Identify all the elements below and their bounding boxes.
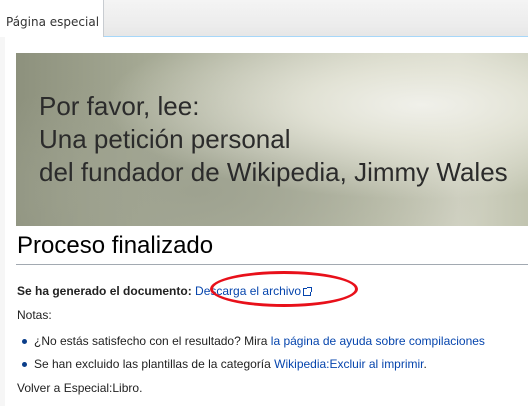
- page-title: Proceso finalizado: [17, 232, 214, 259]
- list-item: ¿No estás satisfecho con el resultado? M…: [34, 334, 485, 348]
- help-page-link[interactable]: la página de ayuda sobre compilaciones: [271, 334, 485, 348]
- bullet1-text: ¿No estás satisfecho con el resultado? M…: [34, 334, 271, 348]
- banner-line-2: Una petición personal: [39, 124, 291, 154]
- banner-line-3: del fundador de Wikipedia, Jimmy Wales: [39, 157, 508, 187]
- exclude-category-link[interactable]: Wikipedia:Excluir al imprimir: [274, 357, 423, 371]
- back-text: Volver a Especial:Libro.: [17, 381, 143, 395]
- annotation-ellipse: [210, 271, 358, 307]
- bullet-icon: [22, 362, 27, 367]
- list-item: Se han excluido las plantillas de la cat…: [34, 357, 427, 371]
- tab-special-page[interactable]: Página especial: [0, 0, 104, 37]
- bullet2-text: Se han excluido las plantillas de la cat…: [34, 357, 275, 371]
- notes-label: Notas:: [17, 308, 52, 322]
- heading-divider: [16, 264, 528, 265]
- bullet-icon: [22, 339, 27, 344]
- bullet2-suffix: .: [423, 357, 427, 371]
- banner-text: Por favor, lee: Una petición personal de…: [39, 90, 508, 189]
- page: Página especial Por favor, lee: Una peti…: [0, 0, 528, 406]
- tab-strip: Página especial: [0, 0, 528, 37]
- generated-label: Se ha generado el documento:: [17, 284, 192, 298]
- tab-label: Página especial: [6, 15, 100, 29]
- banner-line-1: Por favor, lee:: [39, 91, 200, 121]
- fundraising-banner[interactable]: Por favor, lee: Una petición personal de…: [16, 53, 528, 226]
